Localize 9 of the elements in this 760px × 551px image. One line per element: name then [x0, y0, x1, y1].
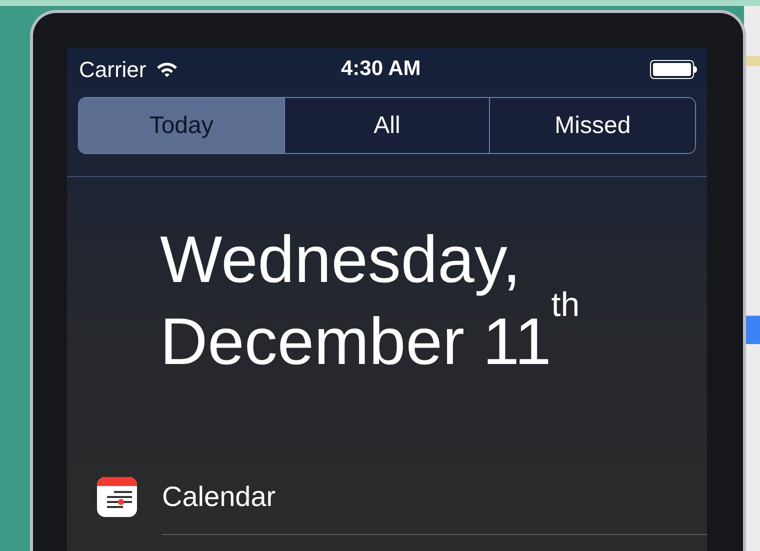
carrier-label: Carrier	[79, 56, 146, 84]
clock-time: 4:30 AM	[341, 56, 421, 82]
segment-tab[interactable]: Today	[79, 98, 284, 153]
battery-icon	[650, 60, 697, 79]
wifi-icon	[156, 60, 178, 78]
section-title: Calendar	[162, 480, 276, 514]
segment-tab[interactable]: Missed	[489, 98, 695, 153]
calendar-app-icon	[97, 477, 137, 517]
segment-tab[interactable]: All	[284, 98, 490, 153]
